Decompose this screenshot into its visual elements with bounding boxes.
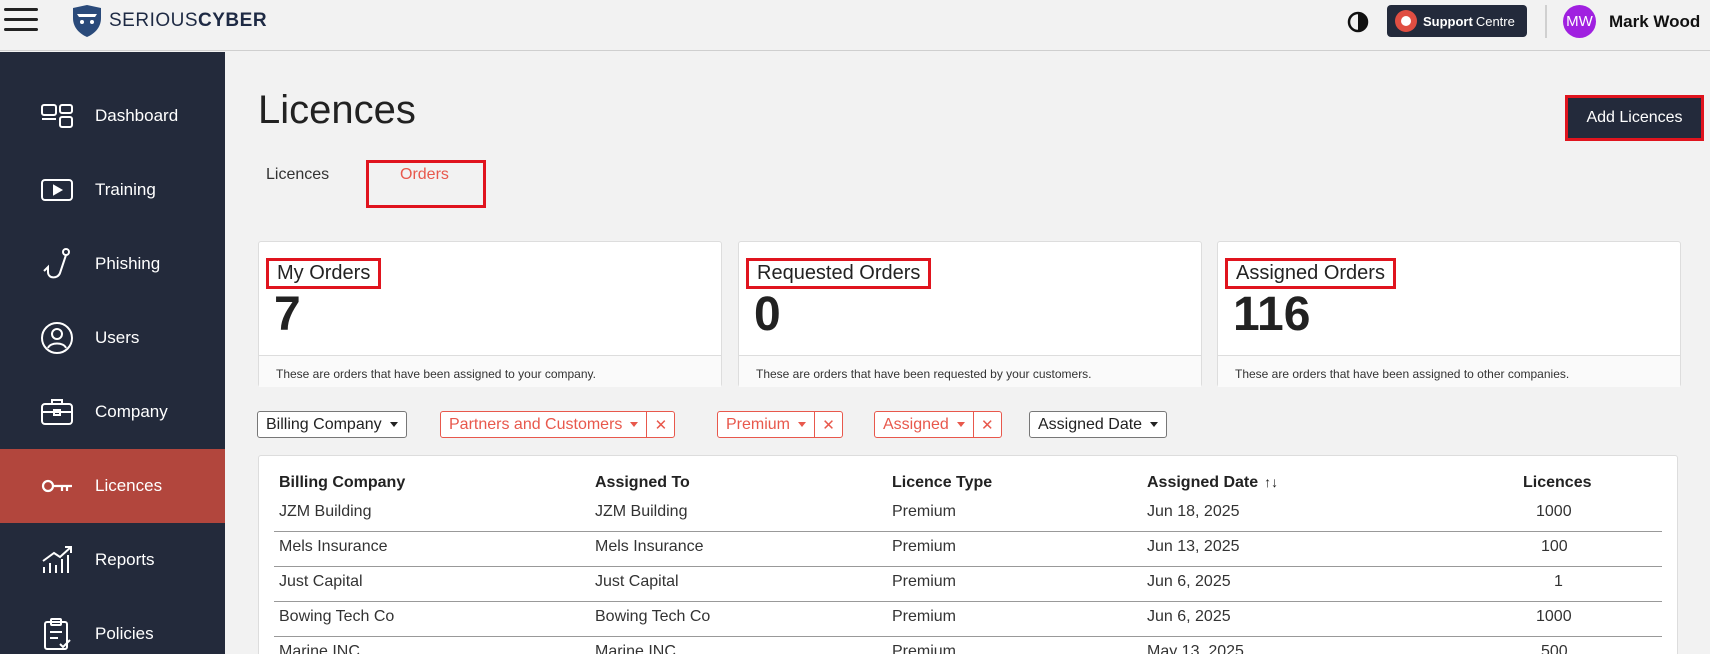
- my-orders-card: My Orders 7 These are orders that have b…: [258, 241, 722, 387]
- sidebar-item-label: Company: [95, 402, 168, 421]
- user-name[interactable]: Mark Wood: [1609, 12, 1700, 32]
- assigned-orders-card: Assigned Orders 116 These are orders tha…: [1217, 241, 1681, 387]
- tab-licences[interactable]: Licences: [266, 166, 329, 184]
- card-value: 116: [1233, 288, 1311, 341]
- sidebar-item-label: Users: [95, 328, 140, 347]
- filter-premium[interactable]: Premium ✕: [717, 411, 844, 438]
- sidebar-item-label: Licences: [95, 476, 163, 495]
- sidebar-item-training[interactable]: Training: [0, 153, 225, 227]
- support-centre-button[interactable]: Support Centre: [1387, 5, 1527, 37]
- clipboard-icon: [44, 618, 71, 650]
- caret-down-icon: [630, 422, 639, 427]
- column-header-billing-company[interactable]: Billing Company: [279, 474, 405, 492]
- sidebar-item-policies[interactable]: Policies: [0, 597, 225, 654]
- hamburger-menu-icon[interactable]: [4, 8, 38, 34]
- headset-icon: [1395, 10, 1417, 32]
- shield-logo-icon: [73, 5, 101, 37]
- avatar[interactable]: MW: [1563, 5, 1596, 38]
- user-icon: [41, 322, 73, 354]
- add-licences-button[interactable]: Add Licences: [1565, 95, 1704, 141]
- sidebar-item-users[interactable]: Users: [0, 301, 225, 375]
- card-footer: These are orders that have been requeste…: [739, 355, 1201, 387]
- sidebar-item-phishing[interactable]: Phishing: [0, 227, 225, 301]
- play-icon: [41, 179, 73, 201]
- sidebar-item-label: Reports: [95, 550, 155, 569]
- sidebar-item-label: Training: [95, 180, 156, 199]
- chart-icon: [42, 546, 72, 573]
- table-row[interactable]: Bowing Tech Co Bowing Tech Co Premium Ju…: [274, 602, 1662, 637]
- briefcase-icon: [41, 399, 73, 425]
- key-icon: [41, 479, 72, 493]
- sidebar-item-label: Phishing: [95, 254, 161, 273]
- clear-filter-icon[interactable]: ✕: [972, 412, 1001, 437]
- sidebar: Dashboard Training Phishing Users Compan…: [0, 52, 225, 654]
- filter-partners-and-customers[interactable]: Partners and Customers ✕: [440, 411, 676, 438]
- table-row[interactable]: Marine INC Marine INC Premium May 13, 20…: [274, 637, 1662, 654]
- caret-down-icon: [956, 422, 965, 427]
- page-title: Licences: [258, 88, 416, 132]
- filter-billing-company[interactable]: Billing Company: [257, 411, 407, 438]
- column-header-licence-type[interactable]: Licence Type: [892, 474, 992, 492]
- hook-icon: [43, 248, 70, 279]
- card-footer: These are orders that have been assigned…: [1218, 355, 1680, 387]
- column-header-assigned-to[interactable]: Assigned To: [595, 474, 690, 492]
- table-row[interactable]: Mels Insurance Mels Insurance Premium Ju…: [274, 532, 1662, 567]
- brand-name: SERIOUSCYBER: [109, 10, 268, 31]
- sort-icon[interactable]: ↑↓: [1264, 474, 1278, 490]
- caret-down-icon: [1150, 422, 1159, 427]
- logo[interactable]: SERIOUSCYBER: [69, 4, 267, 38]
- table-row[interactable]: Just Capital Just Capital Premium Jun 6,…: [274, 567, 1662, 602]
- clear-filter-icon[interactable]: ✕: [646, 412, 674, 437]
- sidebar-item-licences[interactable]: Licences: [0, 449, 225, 523]
- dashboard-icon: [41, 104, 73, 128]
- sidebar-item-reports[interactable]: Reports: [0, 523, 225, 597]
- clear-filter-icon[interactable]: ✕: [814, 412, 842, 437]
- card-title: My Orders: [266, 258, 382, 289]
- requested-orders-card: Requested Orders 0 These are orders that…: [738, 241, 1202, 387]
- header-divider: [1545, 5, 1547, 38]
- filter-assigned[interactable]: Assigned ✕: [874, 411, 1002, 438]
- card-value: 7: [274, 288, 301, 341]
- sidebar-item-dashboard[interactable]: Dashboard: [0, 79, 225, 153]
- caret-down-icon: [798, 422, 807, 427]
- top-bar: SERIOUSCYBER Support Centre MW Mark Wood: [0, 0, 1710, 51]
- card-title: Requested Orders: [746, 258, 932, 289]
- column-header-licences[interactable]: Licences: [1523, 474, 1591, 492]
- sidebar-item-label: Dashboard: [95, 106, 179, 125]
- card-title: Assigned Orders: [1225, 258, 1396, 289]
- contrast-toggle-icon[interactable]: [1347, 11, 1369, 33]
- table-row[interactable]: JZM Building JZM Building Premium Jun 18…: [274, 497, 1662, 532]
- sidebar-item-company[interactable]: Company: [0, 375, 225, 449]
- column-header-assigned-date[interactable]: Assigned Date ↑↓: [1147, 474, 1278, 492]
- sidebar-item-label: Policies: [95, 624, 154, 643]
- caret-down-icon: [389, 422, 398, 427]
- card-footer: These are orders that have been assigned…: [259, 355, 721, 387]
- card-value: 0: [754, 288, 781, 341]
- filter-assigned-date[interactable]: Assigned Date: [1029, 411, 1168, 438]
- tab-orders[interactable]: Orders: [400, 166, 449, 184]
